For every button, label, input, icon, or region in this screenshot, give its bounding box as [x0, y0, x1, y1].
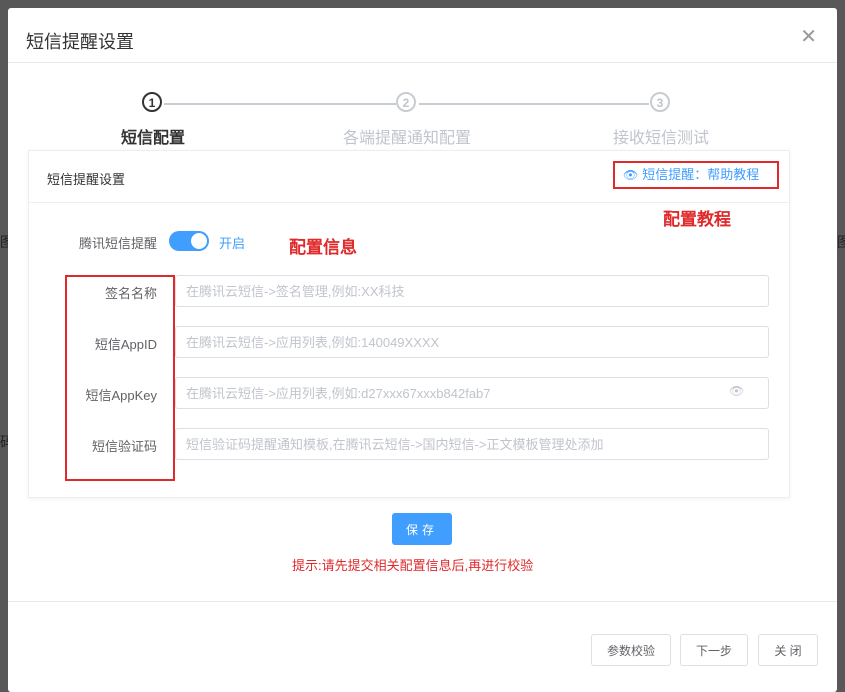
verify-code-label: 短信验证码 [91, 439, 157, 454]
appkey-input[interactable] [175, 377, 769, 409]
annotation-config-info: 配置信息 [289, 238, 357, 257]
close-button[interactable]: 关 闭 [758, 634, 818, 666]
help-link-label: 短信提醒：帮助教程 [642, 167, 760, 182]
card-title: 短信提醒设置 [47, 172, 126, 187]
close-icon[interactable]: ✕ [800, 24, 817, 49]
next-step-button[interactable]: 下一步 [680, 634, 748, 666]
step-connector [419, 103, 649, 105]
sms-settings-dialog: 短信提醒设置 ✕ 1 2 3 短信配置 各端提醒通知配置 接收短信测试 短信提醒… [8, 8, 837, 692]
step-2-circle: 2 [396, 92, 416, 112]
appid-input[interactable] [175, 326, 769, 358]
background-text: 图 [837, 234, 845, 250]
show-password-icon[interactable]: 👁 [729, 384, 744, 398]
dialog-title: 短信提醒设置 [26, 32, 134, 52]
settings-card: 短信提醒设置 👁 短信提醒：帮助教程 配置教程 配置信息 腾讯短信提醒 开启 签名… [28, 150, 790, 498]
steps-indicator: 1 2 3 短信配置 各端提醒通知配置 接收短信测试 [8, 90, 837, 150]
card-header: 短信提醒设置 👁 短信提醒：帮助教程 [29, 151, 789, 203]
switch-state-text: 开启 [219, 236, 246, 251]
step-3-circle: 3 [650, 92, 670, 112]
hint-text: 提示:请先提交相关配置信息后,再进行校验 [292, 558, 534, 573]
sms-reminder-switch[interactable] [169, 231, 209, 251]
dialog-header: 短信提醒设置 ✕ [8, 8, 837, 63]
signature-name-input[interactable] [175, 275, 769, 307]
step-1-label: 短信配置 [120, 130, 186, 147]
footer-divider [8, 601, 837, 602]
eye-icon: 👁 [623, 168, 639, 182]
appkey-label: 短信AppKey [85, 388, 157, 403]
verify-params-button[interactable]: 参数校验 [591, 634, 671, 666]
verify-code-template-input[interactable] [175, 428, 769, 460]
toggle-label: 腾讯短信提醒 [78, 236, 157, 251]
step-connector [164, 103, 396, 105]
step-3-label: 接收短信测试 [612, 130, 710, 147]
signature-name-label: 签名名称 [104, 286, 157, 301]
step-2-label: 各端提醒通知配置 [342, 130, 472, 147]
annotation-tutorial: 配置教程 [663, 210, 731, 229]
switch-knob [191, 233, 207, 249]
appid-label: 短信AppID [94, 337, 157, 352]
help-tutorial-link[interactable]: 👁 短信提醒：帮助教程 [613, 161, 779, 189]
save-button[interactable]: 保存 [392, 513, 452, 545]
step-1-circle: 1 [142, 92, 162, 112]
